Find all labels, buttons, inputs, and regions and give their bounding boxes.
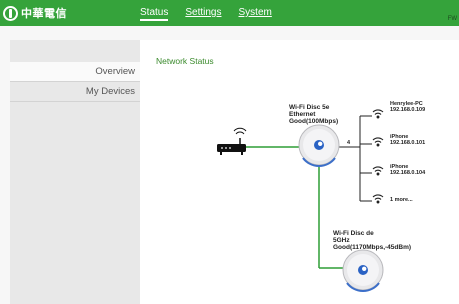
wifi-disc-icon[interactable] [342, 249, 384, 292]
client-ip: 192.168.0.109 [390, 107, 426, 113]
router-icon[interactable] [217, 127, 247, 155]
client-more-link[interactable]: 1 more... [390, 197, 413, 203]
disc2-quality: Good(1170Mbps,-45dBm) [333, 244, 412, 251]
client-item[interactable]: iPhone 192.168.0.104 [390, 164, 425, 176]
disc2-name: Wi-Fi Disc de [333, 230, 374, 237]
disc2-band: 5GHz [333, 237, 350, 244]
wifi-disc-icon[interactable] [298, 124, 340, 167]
disc1-connection: Ethernet [289, 111, 316, 118]
wifi-icon [372, 194, 384, 204]
client-count: 4 [347, 140, 351, 146]
disc2-label: Wi-Fi Disc de 5GHz Good(1170Mbps,-45dBm) [333, 230, 411, 251]
client-ip: 192.168.0.101 [390, 140, 426, 146]
network-topology [217, 109, 384, 292]
disc1-quality: Good(100Mbps) [289, 118, 339, 125]
wifi-icon [372, 109, 384, 119]
disc1-name: Wi-Fi Disc 5e [289, 104, 330, 111]
client-ip: 192.168.0.104 [390, 170, 426, 176]
client-name: 1 more... [390, 197, 413, 203]
client-item[interactable]: iPhone 192.168.0.101 [390, 134, 425, 146]
client-item[interactable]: Henrylee-PC 192.168.0.109 [390, 101, 425, 113]
wifi-icon [372, 137, 384, 147]
wifi-icon [372, 166, 384, 176]
disc1-label: Wi-Fi Disc 5e Ethernet Good(100Mbps) [289, 104, 338, 125]
